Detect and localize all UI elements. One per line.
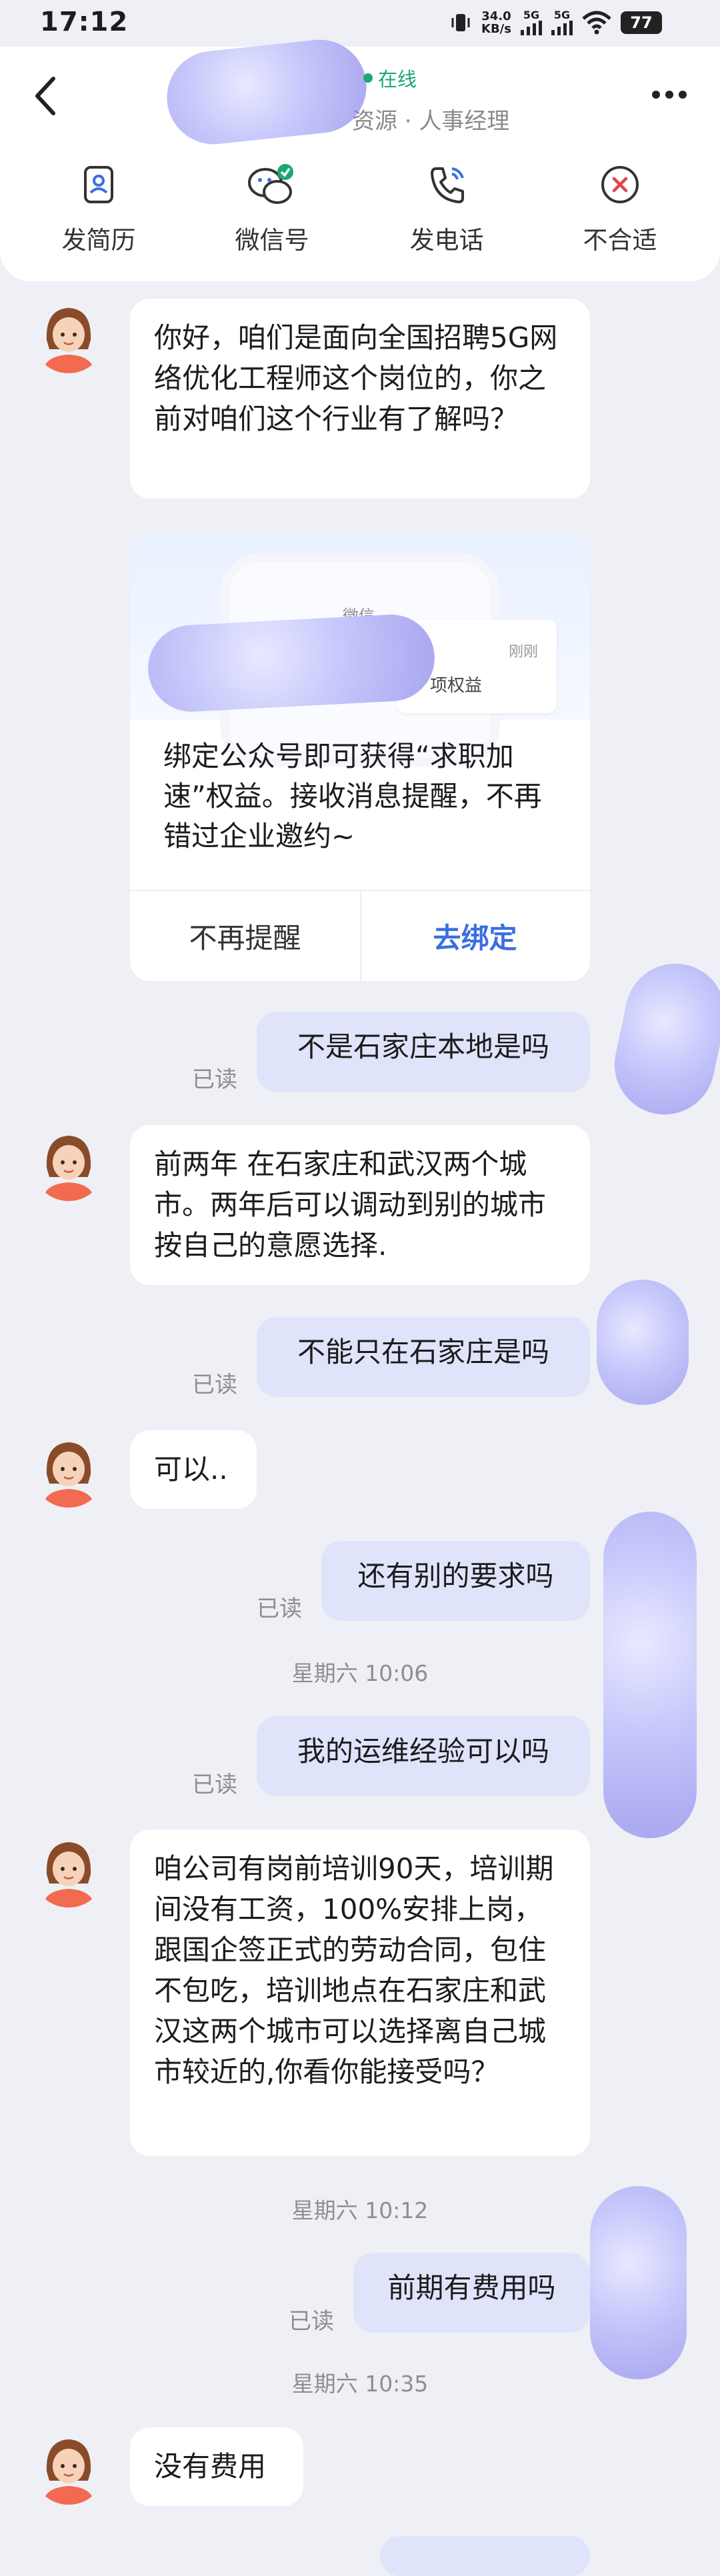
- avatar[interactable]: [32, 2431, 105, 2505]
- chevron-left-icon: [35, 77, 55, 115]
- redacted-avatar: [605, 954, 720, 1124]
- phone-icon: [431, 167, 464, 203]
- redacted-avatar: [590, 2186, 687, 2379]
- vibrate-icon: [451, 14, 470, 31]
- preview-time: 刚刚: [508, 644, 538, 660]
- promo-text: 绑定公众号即可获得“求职加速”权益。接收消息提醒，不再错过企业邀约~: [163, 740, 542, 852]
- signal-icon: [551, 21, 573, 35]
- read-receipt: 已读: [192, 1372, 237, 1398]
- message-outgoing[interactable]: 还有别的要求吗: [321, 1541, 590, 1621]
- message-outgoing[interactable]: 我的运维经验可以吗: [257, 1716, 590, 1796]
- reject-icon: [601, 166, 639, 203]
- message-outgoing[interactable]: 不能只在石家庄是吗: [257, 1317, 590, 1397]
- dismiss-button[interactable]: 不再提醒: [130, 891, 360, 981]
- bind-account-card: 微信 刚刚 项权益 绑定公众号即可获得“求职加速”权益。接收消息提醒，不再错过企…: [130, 533, 590, 981]
- action-label: 发简历: [61, 226, 136, 255]
- bind-button[interactable]: 去绑定: [360, 891, 590, 981]
- more-button[interactable]: [648, 81, 691, 108]
- message-outgoing[interactable]: 前期有费用吗: [353, 2253, 590, 2333]
- contact-subtitle: 资源 · 人事经理: [352, 108, 510, 135]
- action-label: 不合适: [583, 226, 657, 255]
- avatar-icon: [32, 1128, 105, 1201]
- preview-text: 项权益: [430, 676, 483, 696]
- message-incoming[interactable]: 没有费用: [130, 2427, 303, 2506]
- wechat-icon: [248, 164, 293, 204]
- signal-icon: [520, 21, 542, 35]
- online-dot-icon: [363, 73, 373, 83]
- avatar[interactable]: [32, 1834, 105, 1908]
- action-label: 发电话: [409, 226, 484, 255]
- read-receipt: 已读: [289, 2308, 334, 2335]
- read-receipt: 已读: [192, 1772, 237, 1798]
- online-status: 在线: [363, 64, 417, 92]
- status-indicators: 34.0 KB/s 5G 5G 77: [449, 7, 683, 39]
- avatar-icon: [32, 300, 105, 373]
- net-speed: 34.0 KB/s: [481, 9, 511, 36]
- read-receipt: 已读: [257, 1596, 302, 1622]
- action-wechat[interactable]: 微信号: [205, 160, 339, 257]
- avatar[interactable]: [32, 300, 105, 373]
- time-separator: 星期六 10:06: [291, 1660, 429, 1686]
- read-receipt: 已读: [192, 1066, 237, 1093]
- more-icon: [652, 91, 687, 99]
- redacted-overlay: [145, 612, 437, 714]
- action-send-resume[interactable]: 发简历: [32, 163, 165, 257]
- signal-5g-1: 5G: [520, 10, 542, 35]
- message-outgoing-partial[interactable]: [380, 2536, 590, 2576]
- redacted-avatar: [597, 1280, 689, 1405]
- status-time: 17:12: [40, 7, 129, 37]
- time-separator: 星期六 10:12: [291, 2197, 429, 2223]
- avatar-icon: [32, 1434, 105, 1508]
- message-outgoing[interactable]: 不是石家庄本地是吗: [257, 1012, 590, 1092]
- action-label: 微信号: [235, 226, 309, 255]
- message-incoming[interactable]: 咱公司有岗前培训90天，培训期间没有工资，100%安排上岗，跟国企签正式的劳动合…: [130, 1830, 590, 2156]
- avatar[interactable]: [32, 1434, 105, 1508]
- action-call[interactable]: 发电话: [380, 163, 513, 257]
- signal-5g-2: 5G: [551, 10, 573, 35]
- battery-indicator: 77: [620, 11, 662, 34]
- back-button[interactable]: [27, 69, 67, 123]
- resume-icon: [84, 166, 113, 203]
- message-incoming[interactable]: 你好，咱们是面向全国招聘5G网络优化工程师这个岗位的，你之前对咱们这个行业有了解…: [130, 299, 590, 499]
- redacted-avatar: [603, 1512, 697, 1838]
- avatar-icon: [32, 1834, 105, 1908]
- action-not-suitable[interactable]: 不合适: [553, 163, 687, 257]
- message-incoming[interactable]: 前两年 在石家庄和武汉两个城市。两年后可以调动到别的城市 按自己的意愿选择.: [130, 1125, 590, 1285]
- avatar[interactable]: [32, 1128, 105, 1201]
- avatar-icon: [32, 2431, 105, 2505]
- wifi-icon: [582, 11, 611, 35]
- message-incoming[interactable]: 可以..: [130, 1430, 257, 1509]
- time-separator: 星期六 10:35: [291, 2371, 429, 2397]
